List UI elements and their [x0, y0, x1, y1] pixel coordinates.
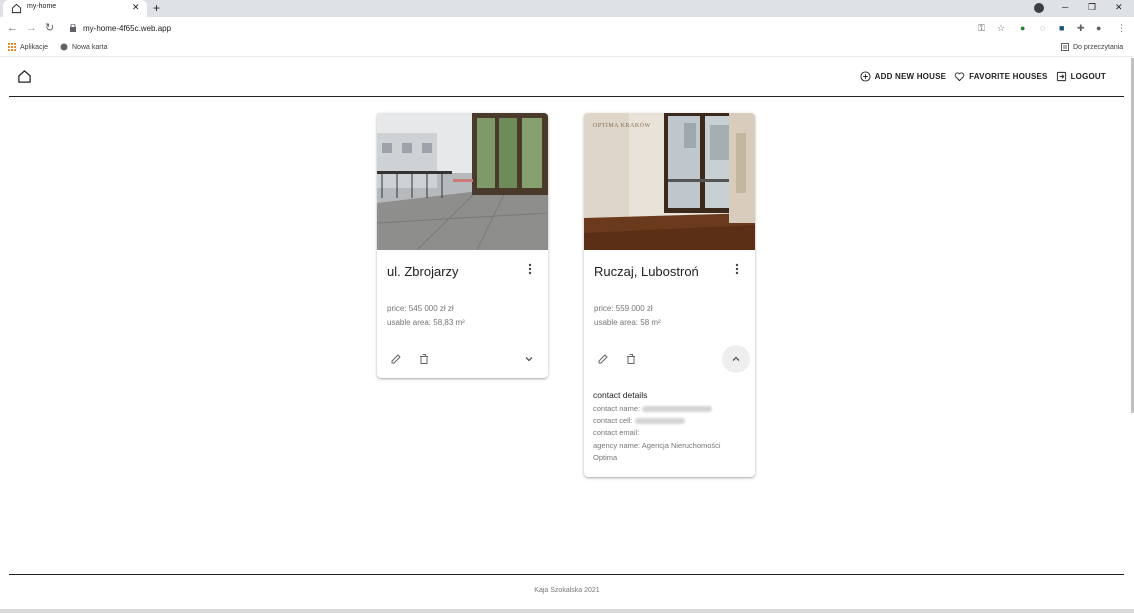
- address-bar[interactable]: my-home-4f65c.web.app: [83, 24, 171, 33]
- more-vert-icon[interactable]: [525, 262, 535, 276]
- browser-toolbar: ← → ↻ my-home-4f65c.web.app ⚿ ☆ ● ◌ ■ ✚ …: [0, 17, 1134, 40]
- bookmarks-bar: Aplikacje Nowa karta Do przeczytania: [0, 40, 1134, 57]
- redacted-value: [642, 406, 713, 413]
- photo-watermark: OPTIMA KRAKÓW: [593, 123, 651, 129]
- nav-links: ADD NEW HOUSE FAVORITE HOUSES LOGOUT: [860, 71, 1106, 82]
- edit-icon[interactable]: [390, 353, 402, 365]
- puzzle-icon[interactable]: ✚: [1077, 23, 1085, 33]
- new-tab-icon[interactable]: +: [153, 1, 160, 15]
- star-icon[interactable]: ☆: [997, 23, 1005, 33]
- house-photo: [377, 113, 548, 250]
- add-circle-icon: [860, 71, 871, 82]
- home-icon: [11, 3, 22, 14]
- collapse-button[interactable]: [722, 345, 750, 373]
- house-photo: OPTIMA KRAKÓW: [584, 113, 755, 250]
- extension-icon[interactable]: ●: [1020, 23, 1025, 33]
- more-vert-icon[interactable]: [732, 262, 742, 276]
- house-title: ul. Zbrojarzy: [387, 264, 459, 279]
- menu-icon[interactable]: ⋮: [1117, 23, 1126, 33]
- agency-name: agency name: Agencja Nieruchomości Optim…: [593, 441, 721, 462]
- bookmark-new-tab-label: Nowa karta: [72, 43, 108, 51]
- extension-icon[interactable]: ■: [1059, 23, 1064, 33]
- home-icon[interactable]: [17, 69, 32, 84]
- apps-grid-icon: [8, 43, 16, 51]
- key-icon[interactable]: ⚿: [978, 23, 985, 33]
- lock-icon: [70, 24, 76, 32]
- add-new-house-label: ADD NEW HOUSE: [874, 72, 947, 81]
- house-card: ul. Zbrojarzy price: 545 000 zł zł usabl…: [377, 113, 548, 378]
- edit-icon[interactable]: [597, 353, 609, 365]
- logout-icon: [1056, 71, 1066, 82]
- back-icon[interactable]: ←: [7, 22, 18, 34]
- restore-icon[interactable]: ❐: [1088, 1, 1096, 13]
- reading-list[interactable]: Do przeczytania: [1061, 43, 1123, 51]
- favorite-houses-label: FAVORITE HOUSES: [969, 72, 1048, 81]
- logout-label: LOGOUT: [1070, 72, 1106, 81]
- minimize-icon[interactable]: ─: [1062, 1, 1068, 13]
- bookmark-apps[interactable]: Aplikacje: [8, 43, 48, 51]
- house-title: Ruczaj, Lubostroń: [594, 264, 699, 279]
- extension-icon[interactable]: ◌: [1040, 23, 1045, 33]
- house-card: OPTIMA KRAKÓW Ruczaj, Lubostroń price: 5…: [584, 113, 755, 477]
- logout-link[interactable]: LOGOUT: [1056, 71, 1106, 82]
- close-window-icon[interactable]: ✕: [1115, 1, 1123, 13]
- heart-icon: [954, 72, 965, 82]
- app-header: ADD NEW HOUSE FAVORITE HOUSES LOGOUT: [9, 58, 1124, 97]
- forward-icon[interactable]: →: [26, 22, 37, 34]
- footer-divider: [9, 574, 1124, 575]
- contact-cell-label: contact cell:: [593, 416, 633, 425]
- bookmark-new-tab[interactable]: Nowa karta: [60, 43, 107, 51]
- house-area: usable area: 58,83 m²: [387, 318, 465, 327]
- house-price: price: 545 000 zł zł: [387, 304, 454, 313]
- close-tab-icon[interactable]: ✕: [132, 2, 140, 12]
- tab-search-icon[interactable]: [1034, 3, 1044, 13]
- contact-email: contact email:: [593, 428, 640, 437]
- add-new-house-link[interactable]: ADD NEW HOUSE: [860, 71, 947, 82]
- delete-icon[interactable]: [418, 353, 430, 365]
- house-area: usable area: 58 m²: [594, 318, 661, 327]
- globe-icon: [60, 43, 68, 51]
- chevron-up-icon: [732, 356, 740, 361]
- contact-name-label: contact name:: [593, 404, 641, 413]
- expand-button[interactable]: [515, 345, 543, 373]
- favorite-houses-link[interactable]: FAVORITE HOUSES: [954, 71, 1047, 82]
- contact-details-heading: contact details: [593, 390, 648, 400]
- redacted-value: [634, 418, 685, 425]
- contact-cell: contact cell:: [593, 416, 685, 425]
- reading-list-icon: [1061, 43, 1069, 51]
- browser-tabstrip: my-home ✕ + ─ ❐ ✕: [0, 0, 1134, 17]
- reload-icon[interactable]: ↻: [45, 22, 54, 34]
- delete-icon[interactable]: [625, 353, 637, 365]
- profile-icon[interactable]: ●: [1096, 23, 1101, 33]
- house-price: price: 559 000 zł: [594, 304, 653, 313]
- contact-name: contact name:: [593, 404, 713, 413]
- chevron-down-icon: [525, 357, 533, 362]
- tab-title: my-home: [27, 3, 57, 10]
- browser-tab[interactable]: my-home ✕: [3, 0, 147, 17]
- taskbar-edge: [0, 609, 1134, 613]
- bookmark-apps-label: Aplikacje: [20, 43, 49, 51]
- reading-list-label: Do przeczytania: [1073, 43, 1124, 51]
- footer-text: Kaja Szokalska 2021: [534, 587, 600, 594]
